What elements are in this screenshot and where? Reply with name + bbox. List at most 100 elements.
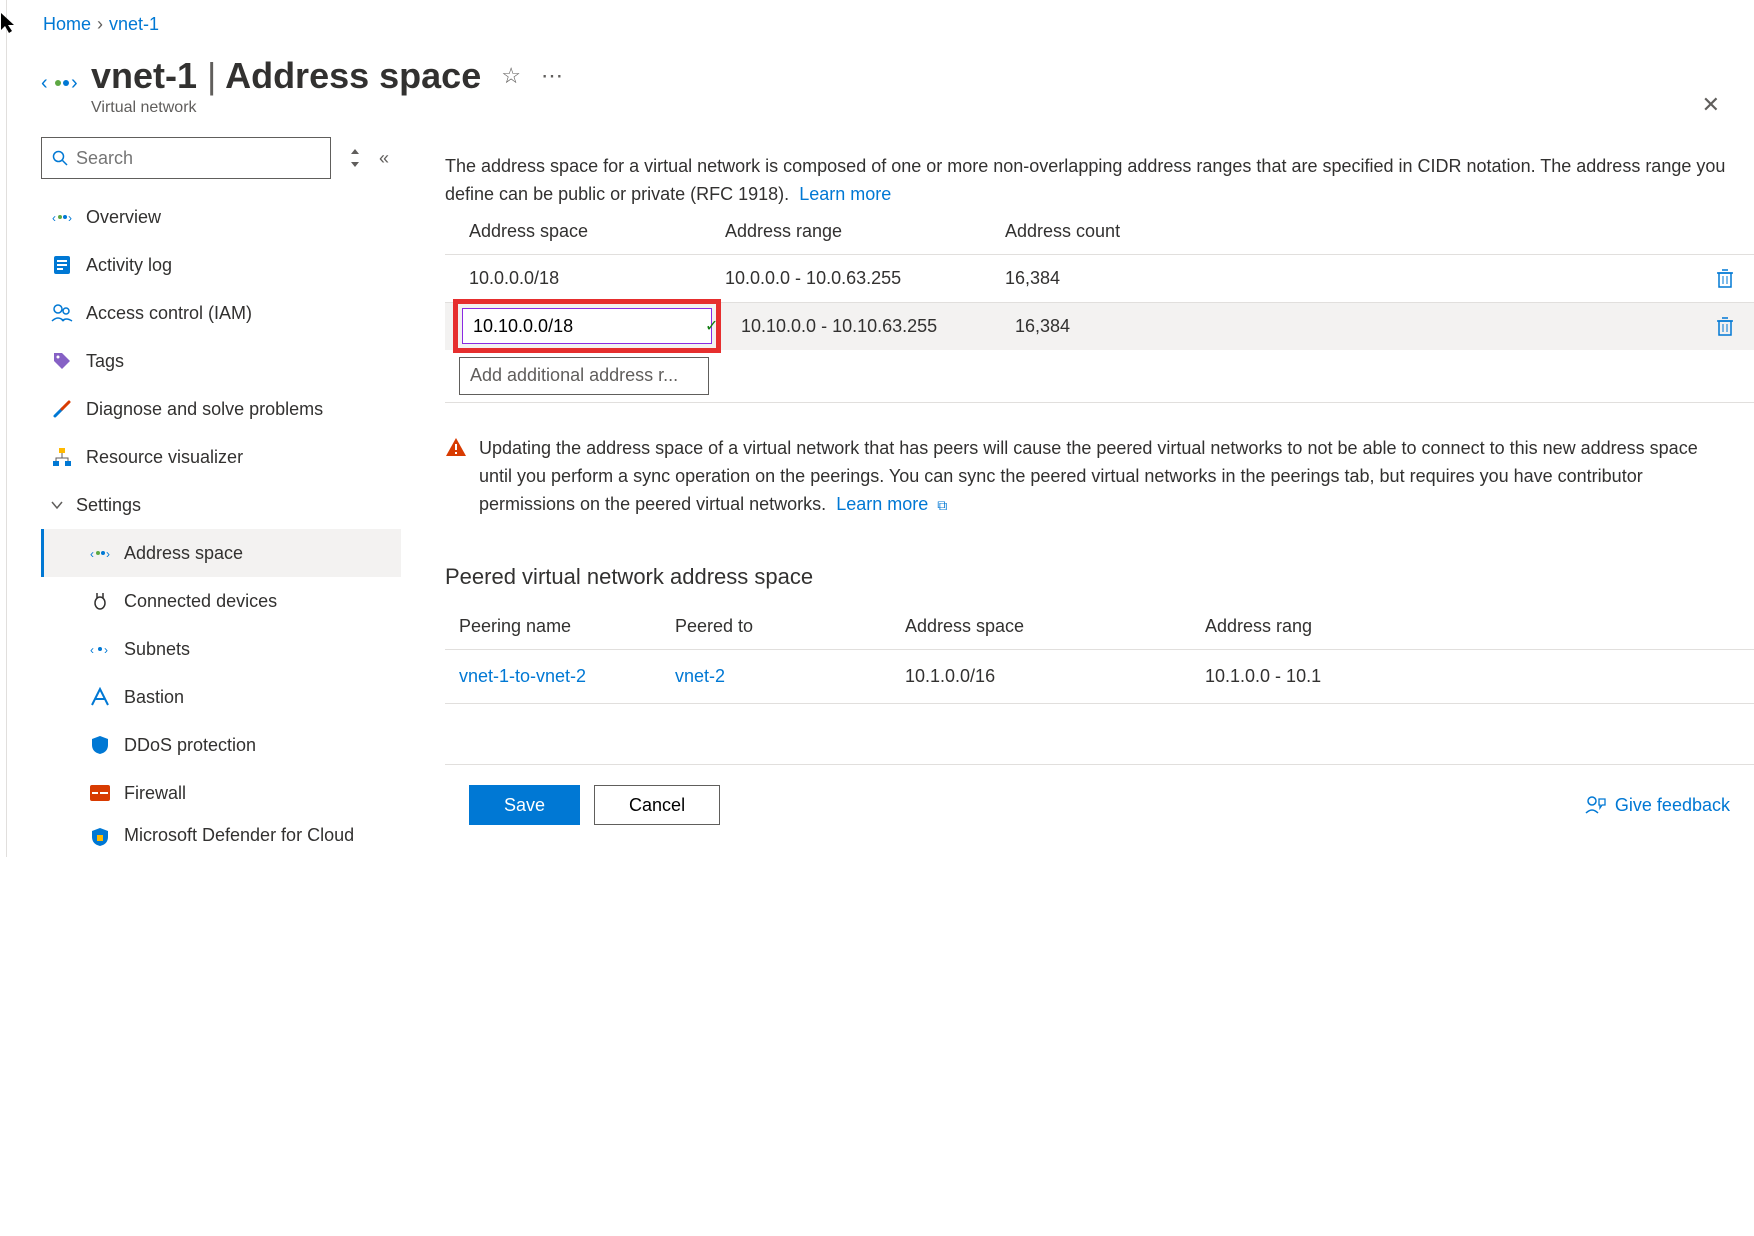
nav-label: Tags xyxy=(86,351,124,372)
feedback-icon xyxy=(1585,795,1607,815)
col-peer-range: Address rang xyxy=(1205,616,1754,637)
nav-ddos[interactable]: DDoS protection xyxy=(41,721,401,769)
nav-tags[interactable]: Tags xyxy=(41,337,401,385)
peers-row: vnet-1-to-vnet-2 vnet-2 10.1.0.0/16 10.1… xyxy=(445,650,1754,704)
nav-address-space[interactable]: ‹› Address space xyxy=(41,529,401,577)
nav-label: Overview xyxy=(86,207,161,228)
nav-resource-visualizer[interactable]: Resource visualizer xyxy=(41,433,401,481)
svg-text:‹: ‹ xyxy=(90,643,94,656)
col-peered-to: Peered to xyxy=(675,616,905,637)
cancel-button[interactable]: Cancel xyxy=(594,785,720,825)
col-address-space: Address space xyxy=(445,221,725,242)
svg-text:›: › xyxy=(68,211,72,224)
blade-header: ‹ › vnet-1 | Address space ☆ ⋯ Virtual n… xyxy=(15,49,1754,137)
external-link-icon: ⧉ xyxy=(937,497,947,513)
vnet-small-icon: ‹› xyxy=(50,205,74,229)
nav-activity-log[interactable]: Activity log xyxy=(41,241,401,289)
highlight-box: ✓ xyxy=(453,299,721,353)
nav-label: DDoS protection xyxy=(124,735,256,756)
nav-label: Resource visualizer xyxy=(86,447,243,468)
give-feedback-link[interactable]: Give feedback xyxy=(1585,795,1730,816)
title-separator: | xyxy=(207,55,216,96)
address-space-input[interactable]: ✓ xyxy=(462,308,712,344)
address-table-header: Address space Address range Address coun… xyxy=(445,209,1754,254)
warning-icon xyxy=(445,437,467,519)
cell-space: 10.0.0.0/18 xyxy=(445,268,725,289)
breadcrumb: Home › vnet-1 xyxy=(15,0,1754,49)
warning-learn-more-link[interactable]: Learn more ⧉ xyxy=(836,494,947,514)
nav-bastion[interactable]: Bastion xyxy=(41,673,401,721)
add-address-row: Add additional address r... xyxy=(445,350,1754,402)
cell-range: 10.10.0.0 - 10.10.63.255 xyxy=(735,316,1015,337)
nav-overview[interactable]: ‹›Overview xyxy=(41,193,401,241)
nav-iam[interactable]: Access control (IAM) xyxy=(41,289,401,337)
cell-count: 16,384 xyxy=(1015,316,1716,337)
sidebar: « ‹›Overview Activity log Access control… xyxy=(15,137,415,857)
svg-text:›: › xyxy=(104,643,108,656)
close-icon[interactable]: ✕ xyxy=(1702,92,1720,118)
cell-count: 16,384 xyxy=(1005,268,1716,289)
collapse-sidebar-icon[interactable]: « xyxy=(379,148,389,169)
nav-label: Address space xyxy=(124,543,243,564)
nav-defender[interactable]: Microsoft Defender for Cloud xyxy=(41,817,401,857)
plug-icon xyxy=(88,589,112,613)
vnet-small-icon: ‹› xyxy=(88,541,112,565)
nav-label: Settings xyxy=(76,495,141,516)
add-address-input[interactable]: Add additional address r... xyxy=(459,357,709,395)
delete-row-button[interactable] xyxy=(1716,316,1754,336)
col-peer-space: Address space xyxy=(905,616,1205,637)
warning-text: Updating the address space of a virtual … xyxy=(479,438,1698,514)
nav-subnets[interactable]: ‹›Subnets xyxy=(41,625,401,673)
firewall-icon xyxy=(88,781,112,805)
checkmark-icon: ✓ xyxy=(705,316,718,336)
svg-text:‹: ‹ xyxy=(52,211,56,224)
peers-table-header: Peering name Peered to Address space Add… xyxy=(445,604,1754,650)
tag-icon xyxy=(50,349,74,373)
nav-label: Microsoft Defender for Cloud xyxy=(124,825,354,847)
nav-label: Firewall xyxy=(124,783,186,804)
more-actions-icon[interactable]: ⋯ xyxy=(541,63,563,89)
breadcrumb-resource[interactable]: vnet-1 xyxy=(109,14,159,35)
sort-toggle-icon[interactable] xyxy=(349,149,361,167)
intro-text: The address space for a virtual network … xyxy=(445,153,1754,209)
resource-type: Virtual network xyxy=(91,99,563,117)
nav-settings-group[interactable]: Settings xyxy=(41,481,401,529)
favorite-star-icon[interactable]: ☆ xyxy=(501,63,521,89)
nav-label: Connected devices xyxy=(124,591,277,612)
vnet-icon: ‹ › xyxy=(41,63,81,103)
nav-firewall[interactable]: Firewall xyxy=(41,769,401,817)
address-row-editing: ✓ 10.10.0.0 - 10.10.63.255 16,384 xyxy=(445,302,1754,350)
peered-to-link[interactable]: vnet-2 xyxy=(675,666,725,686)
cursor xyxy=(0,12,18,34)
save-button[interactable]: Save xyxy=(469,785,580,825)
chevron-right-icon: › xyxy=(97,14,103,35)
nav-label: Diagnose and solve problems xyxy=(86,399,323,420)
breadcrumb-home[interactable]: Home xyxy=(43,14,91,35)
col-address-range: Address range xyxy=(725,221,1005,242)
bastion-icon xyxy=(88,685,112,709)
cell-range: 10.0.0.0 - 10.0.63.255 xyxy=(725,268,1005,289)
people-icon xyxy=(50,301,74,325)
nav-label: Access control (IAM) xyxy=(86,303,252,324)
nav-label: Activity log xyxy=(86,255,172,276)
sidebar-search[interactable] xyxy=(41,137,331,179)
address-input-field[interactable] xyxy=(473,316,705,337)
nav-diagnose[interactable]: Diagnose and solve problems xyxy=(41,385,401,433)
wrench-icon xyxy=(50,397,74,421)
trash-icon xyxy=(1716,268,1734,288)
main-content: The address space for a virtual network … xyxy=(415,137,1754,857)
delete-row-button[interactable] xyxy=(1716,268,1754,288)
svg-text:›: › xyxy=(71,72,78,94)
svg-text:›: › xyxy=(106,547,110,560)
search-icon xyxy=(52,150,68,166)
hierarchy-icon xyxy=(50,445,74,469)
footer: Save Cancel Give feedback xyxy=(445,764,1754,845)
search-input[interactable] xyxy=(76,148,320,169)
subnets-icon: ‹› xyxy=(88,637,112,661)
learn-more-link[interactable]: Learn more xyxy=(799,184,891,204)
peering-link[interactable]: vnet-1-to-vnet-2 xyxy=(459,666,586,686)
nav-connected-devices[interactable]: Connected devices xyxy=(41,577,401,625)
page-section: Address space xyxy=(225,55,481,96)
feedback-label: Give feedback xyxy=(1615,795,1730,816)
page-resource: vnet-1 xyxy=(91,55,197,96)
